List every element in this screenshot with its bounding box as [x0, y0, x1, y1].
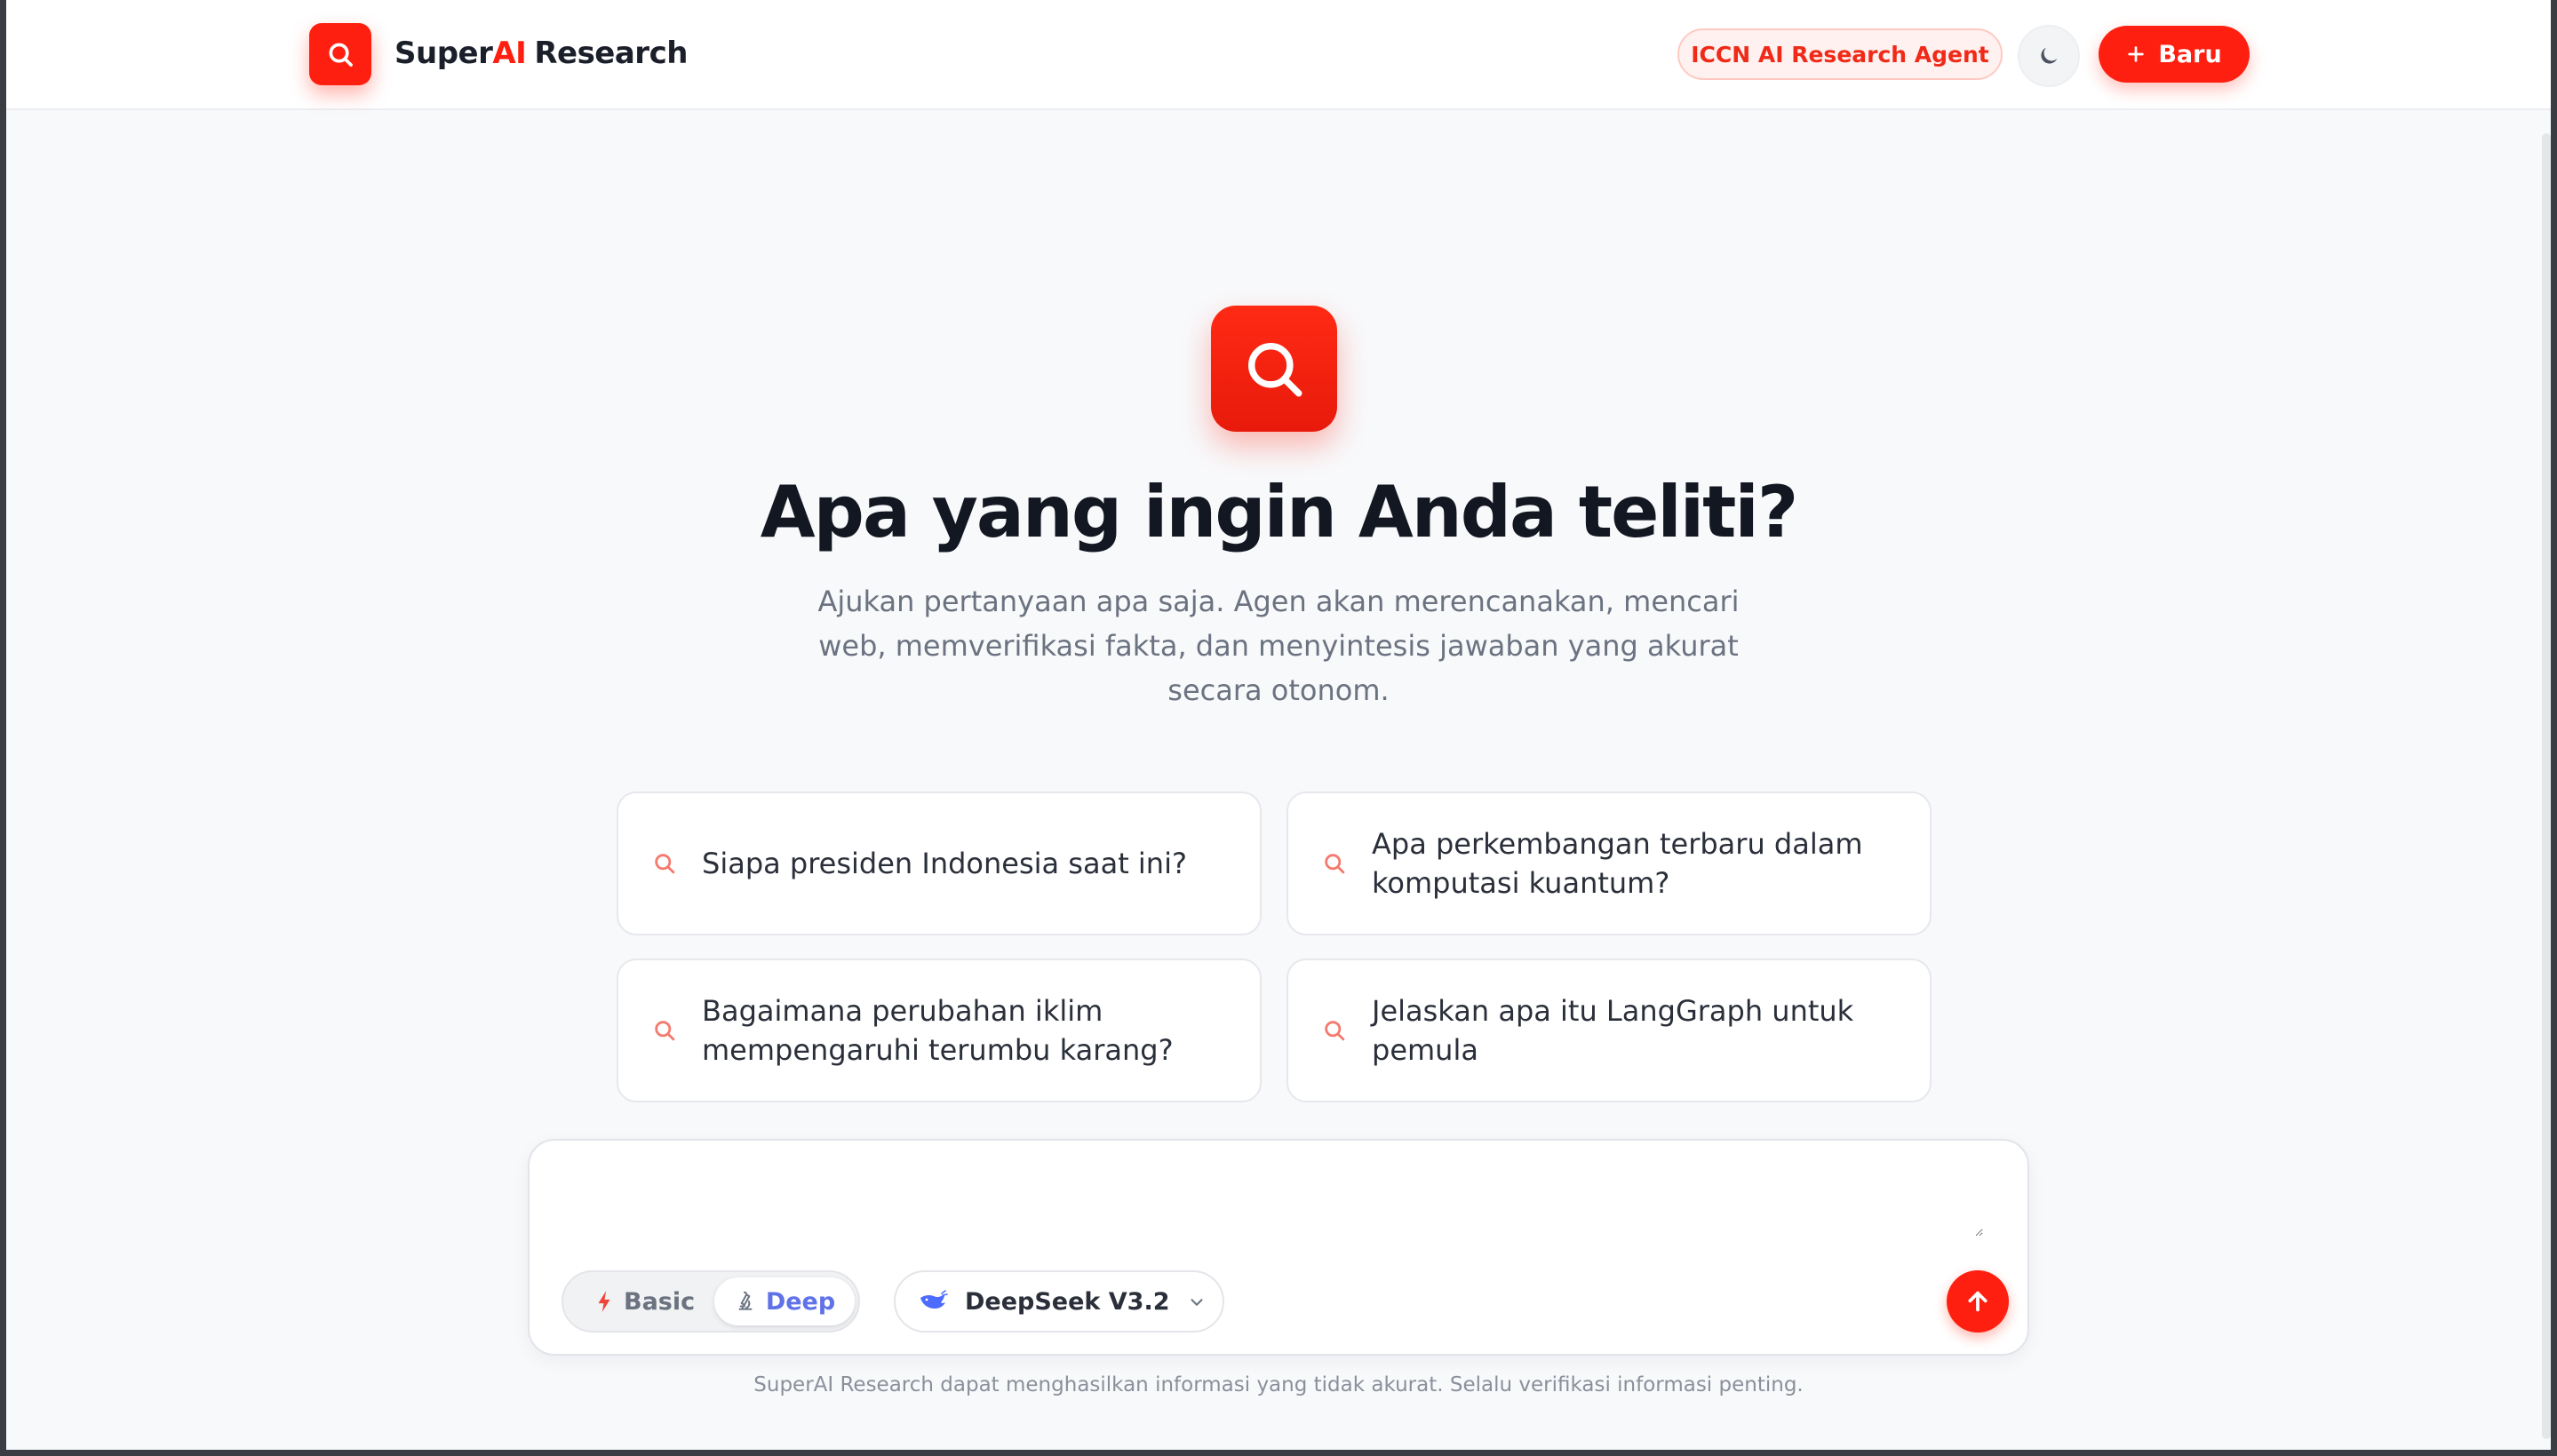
disclaimer: SuperAI Research dapat menghasilkan info… — [753, 1373, 1804, 1396]
brand-suffix: Research — [534, 36, 688, 71]
lightning-icon — [598, 1291, 610, 1312]
mode-deep-label: Deep — [765, 1287, 836, 1316]
microscope-icon — [738, 1291, 753, 1310]
suggestion-card[interactable]: Jelaskan apa itu LangGraph untuk pemula — [1286, 959, 1932, 1102]
query-input[interactable] — [562, 1166, 1983, 1237]
brand-accent: AI — [492, 36, 527, 71]
suggestion-card[interactable]: Bagaimana perubahan iklim mempengaruhi t… — [617, 959, 1262, 1102]
search-icon — [1248, 343, 1302, 397]
suggestion-card[interactable]: Siapa presiden Indonesia saat ini? — [617, 792, 1262, 935]
send-button[interactable] — [1947, 1270, 2009, 1333]
brand-name[interactable]: Super AI Research — [394, 32, 688, 75]
composer: Basic Deep DeepSeek V3.2 — [528, 1139, 2029, 1356]
search-icon — [652, 851, 679, 876]
brand-prefix: Super — [394, 36, 493, 71]
suggestion-text: Siapa presiden Indonesia saat ini? — [702, 847, 1187, 880]
mode-deep-button[interactable]: Deep — [714, 1277, 855, 1325]
model-select[interactable]: DeepSeek V3.2 — [894, 1270, 1224, 1333]
mode-toggle: Basic Deep — [562, 1270, 860, 1333]
suggestion-card[interactable]: Apa perkembangan terbaru dalam komputasi… — [1286, 792, 1932, 935]
scrollbar[interactable] — [2542, 133, 2551, 1439]
new-button[interactable]: Baru — [2099, 26, 2250, 83]
suggestion-text: Apa perkembangan terbaru dalam komputasi… — [1372, 827, 1863, 900]
whale-icon — [920, 1290, 948, 1309]
chevron-down-icon — [1191, 1299, 1203, 1306]
model-label: DeepSeek V3.2 — [965, 1287, 1170, 1316]
page-subtitle: Ajukan pertanyaan apa saja. Agen akan me… — [817, 585, 1740, 707]
page-title: Apa yang ingin Anda teliti? — [760, 471, 1798, 553]
mode-basic-label: Basic — [624, 1287, 696, 1316]
top-header: Super AI Research ICCN AI Research Agent B… — [6, 0, 2551, 110]
arrow-up-icon — [1968, 1291, 1987, 1312]
theme-toggle-button[interactable] — [2018, 25, 2080, 87]
agent-badge: ICCN AI Research Agent — [1677, 28, 2003, 80]
search-icon — [329, 43, 353, 67]
suggestion-text: Jelaskan apa itu LangGraph untuk pemula — [1372, 994, 1854, 1067]
hero-search-logo — [1211, 306, 1337, 432]
new-button-label: Baru — [2158, 40, 2222, 68]
search-icon — [1322, 851, 1349, 876]
moon-icon — [2041, 47, 2058, 64]
search-icon — [1322, 1018, 1349, 1043]
logo[interactable] — [309, 23, 371, 85]
app-window: Super AI Research ICCN AI Research Agent B… — [6, 0, 2551, 1450]
suggestion-text: Bagaimana perubahan iklim mempengaruhi t… — [702, 994, 1174, 1067]
mode-basic-button[interactable]: Basic — [579, 1281, 713, 1322]
search-icon — [652, 1018, 679, 1043]
plus-icon — [2128, 46, 2145, 62]
